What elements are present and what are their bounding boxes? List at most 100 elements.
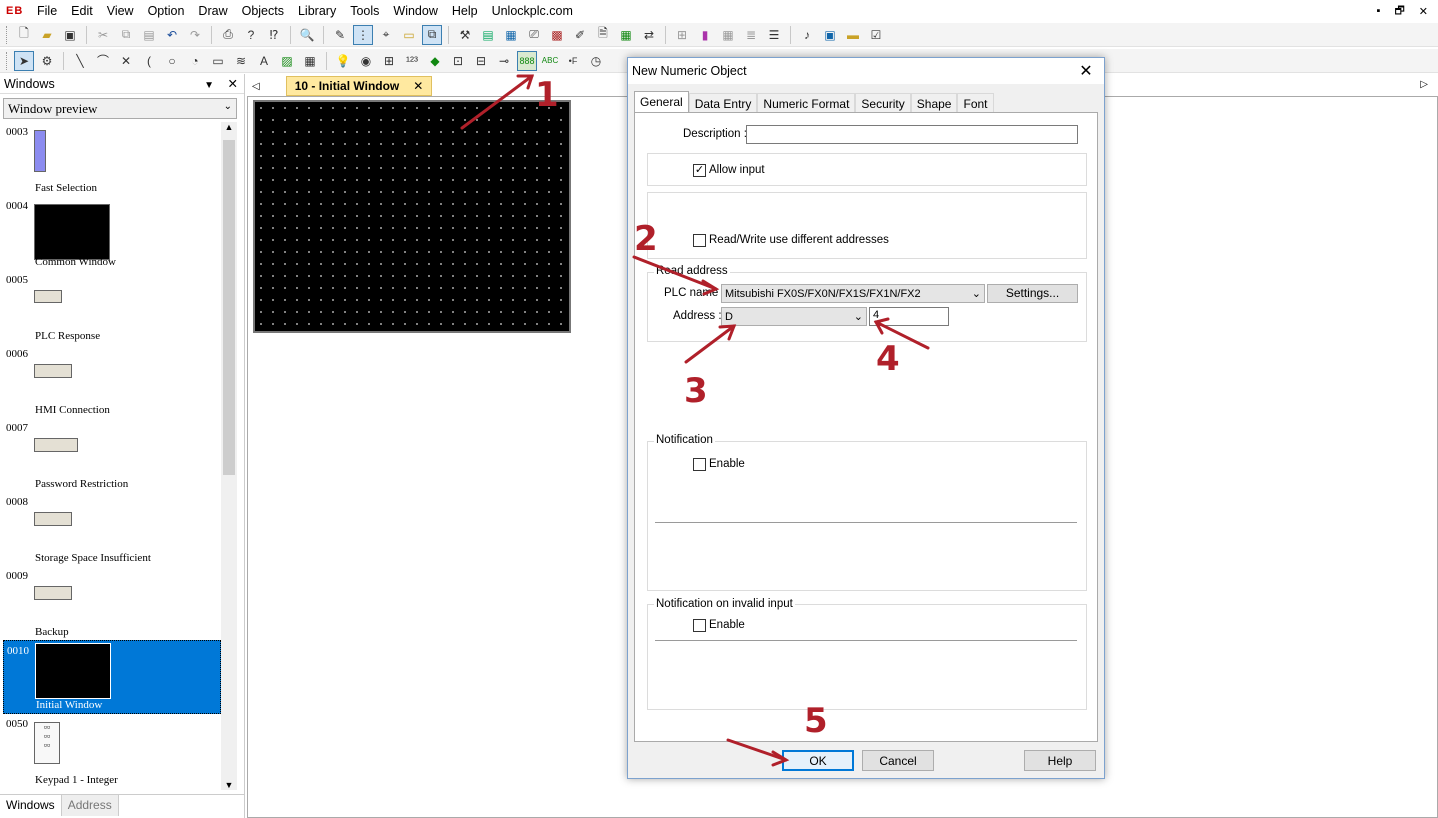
document-icon[interactable]: 🗎: [593, 25, 613, 45]
panel-dropdown-icon[interactable]: ▼: [204, 80, 214, 91]
window-list-item[interactable]: 0005 PLC Response: [3, 270, 221, 344]
pie-icon[interactable]: ◔: [185, 51, 205, 71]
scroll-up-icon[interactable]: ▲: [221, 122, 237, 132]
table-object-icon[interactable]: ▦: [300, 51, 320, 71]
properties-icon[interactable]: ⚙: [37, 51, 57, 71]
window-list-scrollbar[interactable]: ▲ ▼: [221, 122, 237, 790]
tab-address[interactable]: Address: [61, 795, 119, 816]
overlap-icon[interactable]: ⧉: [422, 24, 442, 45]
window-icon[interactable]: ▭: [399, 25, 419, 45]
address-device-select[interactable]: D ⌄: [721, 307, 867, 326]
sound-icon[interactable]: ♪: [797, 25, 817, 45]
tab-scroll-left-icon[interactable]: ◁: [252, 81, 260, 92]
menu-window[interactable]: Window: [386, 0, 444, 22]
close-icon[interactable]: ✕: [1419, 5, 1428, 18]
message-icon[interactable]: ▬: [843, 25, 863, 45]
rw-diff-checkbox[interactable]: [693, 234, 706, 247]
tab-shape[interactable]: Shape: [910, 93, 958, 114]
clock-icon[interactable]: ◷: [586, 51, 606, 71]
tab-font[interactable]: Font: [957, 93, 994, 114]
tab-close-icon[interactable]: ✕: [413, 79, 423, 93]
set-bit-icon[interactable]: ⊞: [379, 51, 399, 71]
save-icon[interactable]: ▣: [60, 25, 80, 45]
address-input[interactable]: 4: [869, 307, 949, 326]
menu-objects[interactable]: Objects: [235, 0, 291, 22]
online-sim-icon[interactable]: ⎚: [524, 25, 544, 45]
toggle-switch-icon[interactable]: ⊡: [448, 51, 468, 71]
picture-library-icon[interactable]: ▦: [718, 25, 738, 45]
ok-button[interactable]: OK: [782, 750, 854, 771]
circle-icon[interactable]: ○: [162, 51, 182, 71]
window-list-item[interactable]: 0050 ▫▫ ▫▫ ▫▫ Keypad 1 - Integer: [3, 714, 221, 788]
word-lamp-icon[interactable]: ◉: [356, 51, 376, 71]
window-list-item[interactable]: 0009 Backup: [3, 566, 221, 640]
tab-general[interactable]: General: [634, 91, 689, 114]
menu-view[interactable]: View: [100, 0, 141, 22]
arrange-icon[interactable]: ⊞: [672, 25, 692, 45]
checklist-icon[interactable]: ☑: [866, 25, 886, 45]
menu-draw[interactable]: Draw: [191, 0, 234, 22]
scrollbar-thumb[interactable]: [223, 140, 235, 475]
ascii-object-icon[interactable]: ABC: [540, 51, 560, 71]
download-icon[interactable]: ▩: [547, 25, 567, 45]
list-icon[interactable]: ☰: [764, 25, 784, 45]
pointer-icon[interactable]: ➤: [14, 50, 34, 71]
panel-close-icon[interactable]: ✕: [228, 77, 238, 91]
tab-security[interactable]: Security: [855, 93, 911, 114]
dialog-close-icon[interactable]: ✕: [1076, 61, 1096, 81]
plc-name-select[interactable]: Mitsubishi FX0S/FX0N/FX1S/FX1N/FX2 ⌄: [721, 284, 985, 303]
set-word-icon[interactable]: ¹²³: [402, 51, 422, 71]
print-icon[interactable]: ⎙: [218, 25, 238, 45]
context-help-icon[interactable]: ⁉: [264, 25, 284, 45]
window-preview-select[interactable]: Window preview ⌄: [3, 98, 237, 119]
window-list-item[interactable]: 0007 Password Restriction: [3, 418, 221, 492]
window-list-item[interactable]: 0004 Common Window: [3, 196, 221, 270]
allow-input-checkbox[interactable]: ✓: [693, 164, 706, 177]
dialog-titlebar[interactable]: New Numeric Object ✕: [628, 58, 1104, 84]
new-file-icon[interactable]: 🗋: [14, 25, 34, 45]
arc-icon[interactable]: (: [139, 51, 159, 71]
window-canvas[interactable]: [253, 100, 571, 333]
polyline-icon[interactable]: ⌒: [93, 51, 113, 71]
open-folder-icon[interactable]: ▰: [37, 25, 57, 45]
restore-icon[interactable]: 🗗: [1394, 2, 1404, 21]
tab-windows[interactable]: Windows: [0, 795, 62, 816]
text-library-icon[interactable]: ≣: [741, 25, 761, 45]
menu-help[interactable]: Help: [445, 0, 485, 22]
picture-icon[interactable]: ▨: [277, 51, 297, 71]
multi-state-switch-icon[interactable]: ⊟: [471, 51, 491, 71]
cut-icon[interactable]: ✂: [93, 25, 113, 45]
help-icon[interactable]: ?: [241, 25, 261, 45]
table-icon[interactable]: ▦: [616, 25, 636, 45]
edit-icon[interactable]: ✐: [570, 25, 590, 45]
link-icon[interactable]: ⇄: [639, 25, 659, 45]
minimize-icon[interactable]: ▪: [1377, 5, 1381, 17]
cancel-button[interactable]: Cancel: [862, 750, 934, 771]
macro-icon[interactable]: ▣: [820, 25, 840, 45]
tab-data-entry[interactable]: Data Entry: [688, 93, 758, 114]
pen-icon[interactable]: ✎: [330, 25, 350, 45]
compile-icon[interactable]: ▤: [478, 25, 498, 45]
find-icon[interactable]: 🔍: [297, 25, 317, 45]
offline-sim-icon[interactable]: ▦: [501, 25, 521, 45]
menu-file[interactable]: File: [30, 0, 64, 22]
grid-icon[interactable]: ⋮: [353, 24, 373, 45]
menu-unlockplc[interactable]: Unlockplc.com: [485, 0, 580, 22]
align-icon[interactable]: ⌖: [376, 25, 396, 45]
cross-icon[interactable]: ✕: [116, 51, 136, 71]
paste-icon[interactable]: ▤: [139, 25, 159, 45]
line-icon[interactable]: ╲: [70, 51, 90, 71]
tab-numeric-format[interactable]: Numeric Format: [757, 93, 856, 114]
window-list-item[interactable]: 0003 Fast Selection: [3, 122, 221, 196]
copy-icon[interactable]: ⧉: [116, 25, 136, 45]
indirect-window-icon[interactable]: •F: [563, 51, 583, 71]
slider-icon[interactable]: ⊸: [494, 51, 514, 71]
description-input[interactable]: [746, 125, 1078, 144]
window-list-item[interactable]: 0006 HMI Connection: [3, 344, 221, 418]
bit-lamp-icon[interactable]: 💡: [333, 51, 353, 71]
window-list-item-selected[interactable]: 0010 Initial Window: [3, 640, 221, 714]
toolbar-grip[interactable]: [6, 51, 9, 70]
menu-option[interactable]: Option: [141, 0, 192, 22]
invalid-enable-checkbox[interactable]: [693, 619, 706, 632]
help-button[interactable]: Help: [1024, 750, 1096, 771]
